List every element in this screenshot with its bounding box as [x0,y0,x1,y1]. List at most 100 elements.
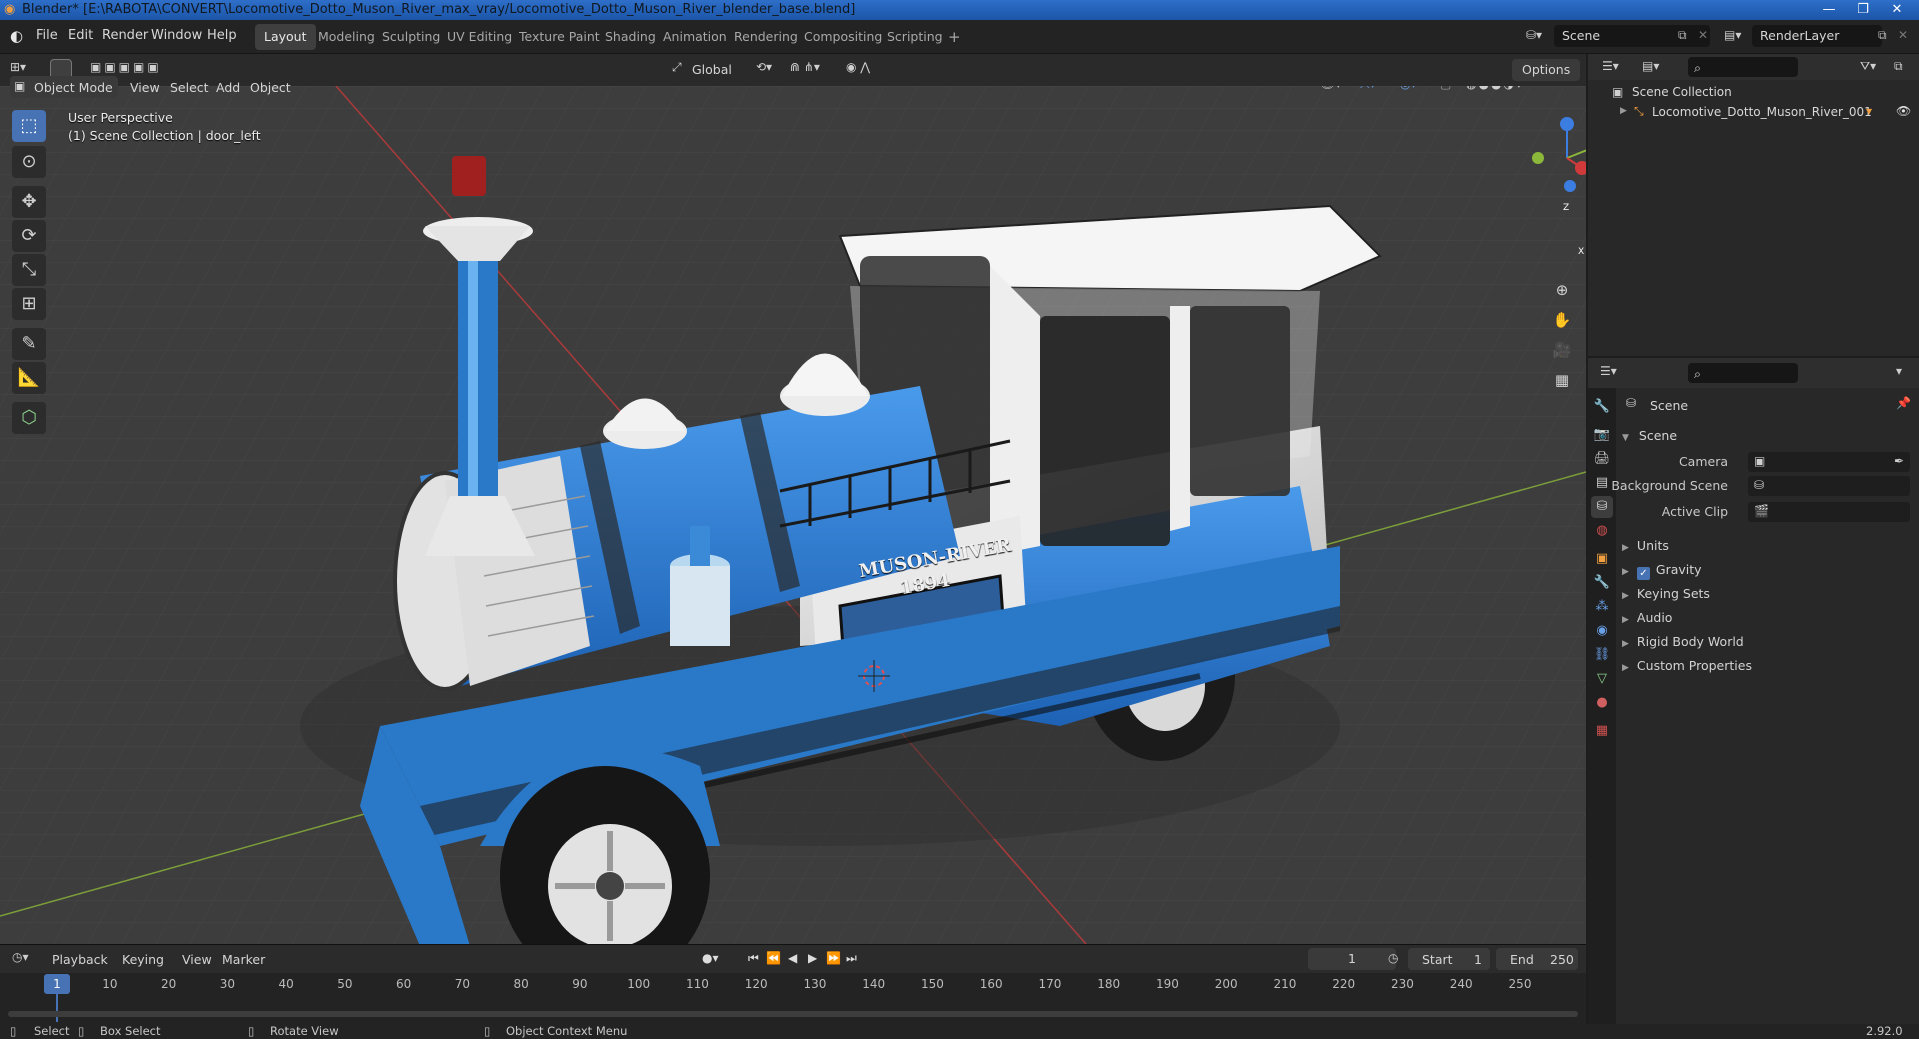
minimize-button[interactable]: — [1812,0,1846,20]
camera-field[interactable]: ▣ ✒ [1748,452,1910,472]
display-mode-icon[interactable]: ▤▾ [1642,59,1659,73]
record-icon[interactable]: ●▾ [702,951,719,965]
properties-editor-type-icon[interactable]: ☰▾ [1600,364,1617,378]
visibility-eye-icon[interactable]: 👁 [1896,104,1911,118]
subpanel-keying-sets[interactable]: ▶ Keying Sets [1622,586,1912,601]
scale-tool-icon[interactable]: ⤡ [12,254,46,286]
maximize-button[interactable]: ❐ [1846,0,1880,20]
cursor-tool-icon[interactable]: ⊙ [12,146,46,178]
camera-view-icon[interactable]: 🎥 [1548,336,1576,364]
tab-compositing[interactable]: Compositing [795,24,891,50]
particles-tab-icon[interactable]: ⁂ [1591,596,1613,618]
pivot-point-icon[interactable]: ⟲▾ [756,60,772,74]
jump-start-icon[interactable]: ⏮ [748,951,759,966]
editor-type-icon[interactable]: ⊞▾ [10,60,26,74]
outliner-row-object[interactable]: ▶ ⤡ Locomotive_Dotto_Muson_River_001 ▾ 👁 [1588,102,1919,122]
object-data-tab-icon[interactable]: ▽ [1591,668,1613,690]
viewport-menu-add[interactable]: Add [216,80,240,95]
snap-icon[interactable]: ⋒ ⋔▾ [790,60,820,74]
subpanel-units[interactable]: ▶ Units [1622,538,1912,553]
transform-tool-icon[interactable]: ⊞ [12,288,46,320]
properties-search-input[interactable]: ⌕ [1688,363,1798,383]
background-scene-field[interactable]: ⛁ [1748,476,1910,496]
jump-end-icon[interactable]: ⏭ [846,951,857,966]
viewport-menu-object[interactable]: Object [250,80,291,95]
gizmo-z-label[interactable]: Z [1563,203,1569,213]
prev-keyframe-icon[interactable]: ⏪ [766,951,781,965]
select-box-tool-icon[interactable]: ⬚ [12,110,46,142]
timeline-editor-type-icon[interactable]: ◷▾ [12,950,29,964]
render-tab-icon[interactable]: 📷 [1591,424,1613,446]
tool-tab-icon[interactable]: 🔧 [1591,396,1613,418]
subpanel-audio[interactable]: ▶ Audio [1622,610,1912,625]
physics-tab-icon[interactable]: ◉ [1591,620,1613,642]
object-data-icon[interactable]: ▾ [1866,104,1872,118]
expand-arrow-icon[interactable]: ▶ [1620,106,1627,116]
menu-help[interactable]: Help [207,28,237,43]
gravity-checkbox[interactable]: ✓ [1636,567,1650,580]
tab-texture-paint[interactable]: Texture Paint [510,24,609,50]
3d-viewport[interactable]: MUSON-RIVER 1894 User Perspective (1) Sc… [0,86,1586,944]
outliner-editor-type-icon[interactable]: ☰▾ [1602,59,1619,73]
object-tab-icon[interactable]: ▣ [1591,548,1613,570]
select-mode-icons[interactable]: ▣▣▣▣▣ [90,60,162,74]
play-reverse-icon[interactable]: ◀ [788,951,797,965]
viewport-menu-select[interactable]: Select [170,80,209,95]
eyedropper-icon[interactable]: ✒ [1894,454,1904,468]
annotate-tool-icon[interactable]: ✎ [12,328,46,360]
gizmo-x-label[interactable]: X [1578,247,1584,257]
view-layer-field[interactable]: RenderLayer [1752,25,1882,47]
subpanel-custom-properties[interactable]: ▶ Custom Properties [1622,658,1912,673]
active-clip-field[interactable]: 🎬 [1748,502,1910,522]
scene-selector-icon[interactable]: ⛁▾ [1526,28,1542,42]
material-tab-icon[interactable]: ● [1591,692,1613,714]
tab-animation[interactable]: Animation [654,24,736,50]
playhead-frame[interactable]: 1 [44,974,70,994]
filter-icon[interactable]: ⛛▾ [1860,59,1876,74]
new-collection-icon[interactable]: ⧉ [1894,59,1903,74]
ortho-grid-icon[interactable]: ▦ [1548,366,1576,394]
outliner-search-input[interactable]: ⌕ [1688,57,1798,77]
view-layer-icon[interactable]: ▤▾ [1724,28,1741,42]
timeline-menu-marker[interactable]: Marker [222,952,265,967]
measure-tool-icon[interactable]: 📐 [12,362,46,394]
move-tool-icon[interactable]: ✥ [12,186,46,218]
blender-menu-icon[interactable]: ◐ [10,27,23,45]
delete-scene-icon[interactable]: ✕ [1698,28,1708,42]
outliner-row-scene-collection[interactable]: ▣ Scene Collection [1588,82,1919,102]
close-button[interactable]: ✕ [1880,0,1914,20]
timeline-menu-keying[interactable]: Keying [122,952,164,967]
play-icon[interactable]: ▶ [808,951,817,965]
subpanel-rigid-body-world[interactable]: ▶ Rigid Body World [1622,634,1912,649]
menu-render[interactable]: Render [102,28,148,43]
preview-range-icon[interactable]: ◷ [1388,951,1398,965]
tab-layout[interactable]: Layout [255,24,316,50]
proportional-edit-icon[interactable]: ◉ ⋀ [846,60,870,74]
menu-window[interactable]: Window [151,28,202,43]
menu-file[interactable]: File [36,28,58,43]
delete-view-layer-icon[interactable]: ✕ [1898,28,1908,42]
properties-options-icon[interactable]: ▾ [1896,364,1902,378]
add-workspace-button[interactable]: + [939,24,970,50]
viewport-menu-view[interactable]: View [130,80,160,95]
transform-orientation-dropdown[interactable]: Global [692,62,732,77]
timeline-menu-view[interactable]: View [182,952,212,967]
world-tab-icon[interactable]: ◍ [1591,520,1613,542]
new-view-layer-icon[interactable]: ⧉ [1878,28,1887,43]
rotate-tool-icon[interactable]: ⟳ [12,220,46,252]
pan-hand-icon[interactable]: ✋ [1548,306,1576,334]
new-scene-icon[interactable]: ⧉ [1678,28,1687,43]
next-keyframe-icon[interactable]: ⏩ [826,951,841,965]
zoom-icon[interactable]: ⊕ [1548,276,1576,304]
add-cube-tool-icon[interactable]: ⬡ [12,402,46,434]
scene-panel-header[interactable]: ▼ Scene [1622,428,1677,443]
timeline-menu-playback[interactable]: Playback [52,952,108,967]
constraints-tab-icon[interactable]: ⛓ [1591,644,1613,666]
timeline-scrollbar[interactable] [8,1011,1578,1017]
menu-edit[interactable]: Edit [68,28,93,43]
pin-icon[interactable]: 📌 [1896,396,1911,410]
modifier-tab-icon[interactable]: 🔧 [1591,572,1613,594]
texture-tab-icon[interactable]: ▦ [1591,720,1613,742]
tab-uv-editing[interactable]: UV Editing [438,24,521,50]
subpanel-gravity[interactable]: ▶ ✓ Gravity [1622,562,1912,580]
